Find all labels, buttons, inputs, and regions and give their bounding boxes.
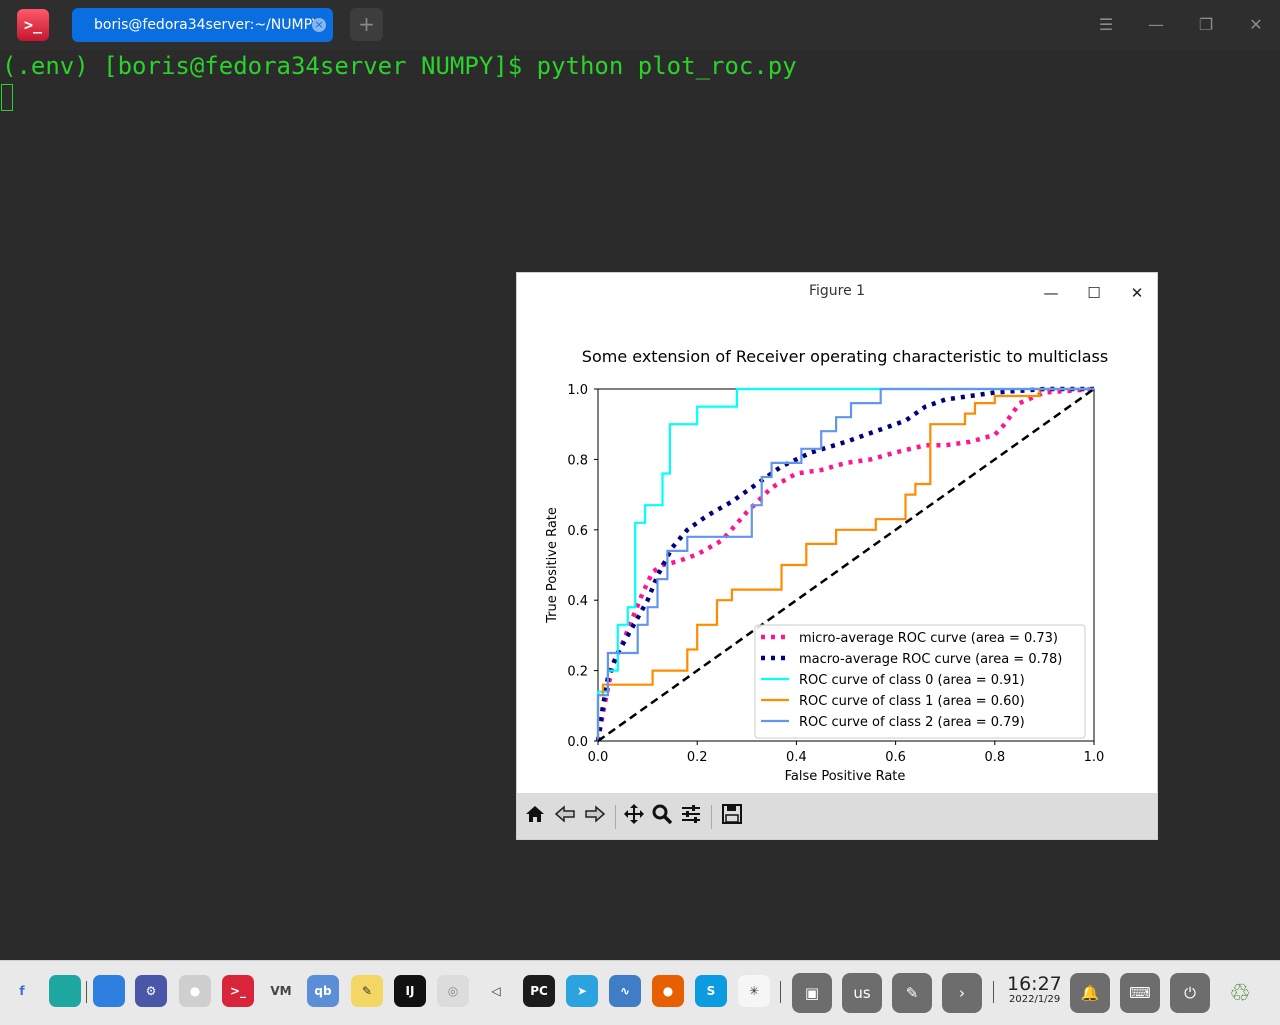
- x-axis-label: False Positive Rate: [785, 769, 906, 784]
- y-tick-label: 0.0: [567, 735, 588, 750]
- legend-label: ROC curve of class 2 (area = 0.79): [799, 715, 1025, 730]
- qbittorrent-icon[interactable]: qb: [307, 975, 339, 1007]
- y-tick-label: 0.6: [567, 524, 588, 539]
- files-icon[interactable]: [49, 975, 81, 1007]
- tab-terminal[interactable]: boris@fedora34server:~/NUMPY ×: [72, 8, 333, 42]
- y-tick-label: 0.2: [567, 665, 588, 680]
- new-tab-button[interactable]: +: [350, 8, 383, 41]
- legend-label: micro-average ROC curve (area = 0.73): [799, 631, 1058, 646]
- figure-toolbar: [517, 793, 1157, 839]
- prompt-line: (.env) [boris@fedora34server NUMPY]$ pyt…: [2, 52, 797, 80]
- clock-date[interactable]: 2022/1/29: [1009, 994, 1060, 1005]
- terminal-titlebar: >_ boris@fedora34server:~/NUMPY × + ☰ — …: [0, 0, 1280, 50]
- matplotlib-icon[interactable]: ✳: [738, 975, 770, 1007]
- settings-icon[interactable]: ⚙: [135, 975, 167, 1007]
- power-icon[interactable]: ⏻: [1170, 973, 1210, 1013]
- minimize-button[interactable]: —: [1144, 13, 1168, 37]
- box-icon[interactable]: ▣: [792, 973, 832, 1013]
- bell-icon[interactable]: 🔔: [1070, 973, 1110, 1013]
- trash-icon[interactable]: ♲: [1220, 973, 1260, 1013]
- expand-tray-icon[interactable]: ›: [942, 973, 982, 1013]
- sliders-icon[interactable]: [678, 803, 704, 829]
- telegram-icon[interactable]: ➤: [566, 975, 598, 1007]
- dock-separator: [780, 981, 781, 1003]
- skype-icon[interactable]: S: [695, 975, 727, 1007]
- chart-title: Some extension of Receiver operating cha…: [582, 347, 1108, 366]
- pycharm-icon[interactable]: PC: [523, 975, 555, 1007]
- legend-label: macro-average ROC curve (area = 0.78): [799, 652, 1062, 667]
- x-tick-label: 0.8: [984, 750, 1005, 765]
- y-tick-label: 0.4: [567, 594, 588, 609]
- restore-button[interactable]: ❐: [1194, 13, 1218, 37]
- toolbar-separator: [615, 805, 616, 829]
- pen-icon[interactable]: ✎: [892, 973, 932, 1013]
- legend-label: ROC curve of class 1 (area = 0.60): [799, 694, 1025, 709]
- home-icon[interactable]: [522, 803, 548, 829]
- x-tick-label: 0.0: [588, 750, 609, 765]
- keyboard-layout-button[interactable]: us: [842, 973, 882, 1013]
- dock-separator: [86, 981, 87, 1003]
- terminal-app-icon[interactable]: >_: [17, 9, 49, 41]
- y-tick-label: 0.8: [567, 453, 588, 468]
- x-tick-label: 0.4: [786, 750, 807, 765]
- volume-icon[interactable]: ◁: [480, 975, 512, 1007]
- disc-icon[interactable]: ◎: [437, 975, 469, 1007]
- roc-chart: Some extension of Receiver operating cha…: [545, 347, 1108, 784]
- taskbar: f ⚙ ● >_ VM qb ✎ IJ ◎ ◁ PC ➤ ∿ ● S ✳ ▣ us ✎ › 16:27 202…: [0, 960, 1280, 1025]
- intellij-icon[interactable]: IJ: [394, 975, 426, 1007]
- magnifier-icon[interactable]: [649, 803, 675, 829]
- terminal-icon[interactable]: >_: [222, 975, 254, 1007]
- x-tick-label: 0.2: [687, 750, 708, 765]
- system-monitor-icon[interactable]: ∿: [609, 975, 641, 1007]
- firefox-icon[interactable]: ●: [652, 975, 684, 1007]
- tray-separator: [993, 981, 994, 1003]
- text-editor-icon[interactable]: ✎: [351, 975, 383, 1007]
- forward-arrow-icon[interactable]: [582, 803, 608, 829]
- clock-time[interactable]: 16:27: [1007, 973, 1062, 995]
- back-arrow-icon[interactable]: [552, 803, 578, 829]
- x-tick-label: 1.0: [1084, 750, 1105, 765]
- y-axis-label: True Positive Rate: [545, 507, 560, 624]
- text-cursor: [1, 84, 13, 111]
- fedora-icon[interactable]: f: [6, 975, 38, 1007]
- legend-label: ROC curve of class 0 (area = 0.91): [799, 673, 1025, 688]
- move-icon[interactable]: [621, 803, 647, 829]
- store-icon[interactable]: [93, 975, 125, 1007]
- x-tick-label: 0.6: [885, 750, 906, 765]
- vim-icon[interactable]: VM: [265, 975, 297, 1007]
- chrome-icon[interactable]: ●: [179, 975, 211, 1007]
- toolbar-separator: [711, 805, 712, 829]
- menu-icon[interactable]: ☰: [1094, 13, 1118, 37]
- figure-window: Figure 1 — ☐ ✕ Some extension of Receive…: [516, 272, 1158, 840]
- keyboard-icon[interactable]: ⌨: [1120, 973, 1160, 1013]
- close-button[interactable]: ✕: [1244, 13, 1268, 37]
- tab-close-icon[interactable]: ×: [312, 18, 326, 32]
- y-tick-label: 1.0: [567, 383, 588, 398]
- tab-title: boris@fedora34server:~/NUMPY: [94, 17, 321, 33]
- floppy-icon[interactable]: [719, 803, 745, 829]
